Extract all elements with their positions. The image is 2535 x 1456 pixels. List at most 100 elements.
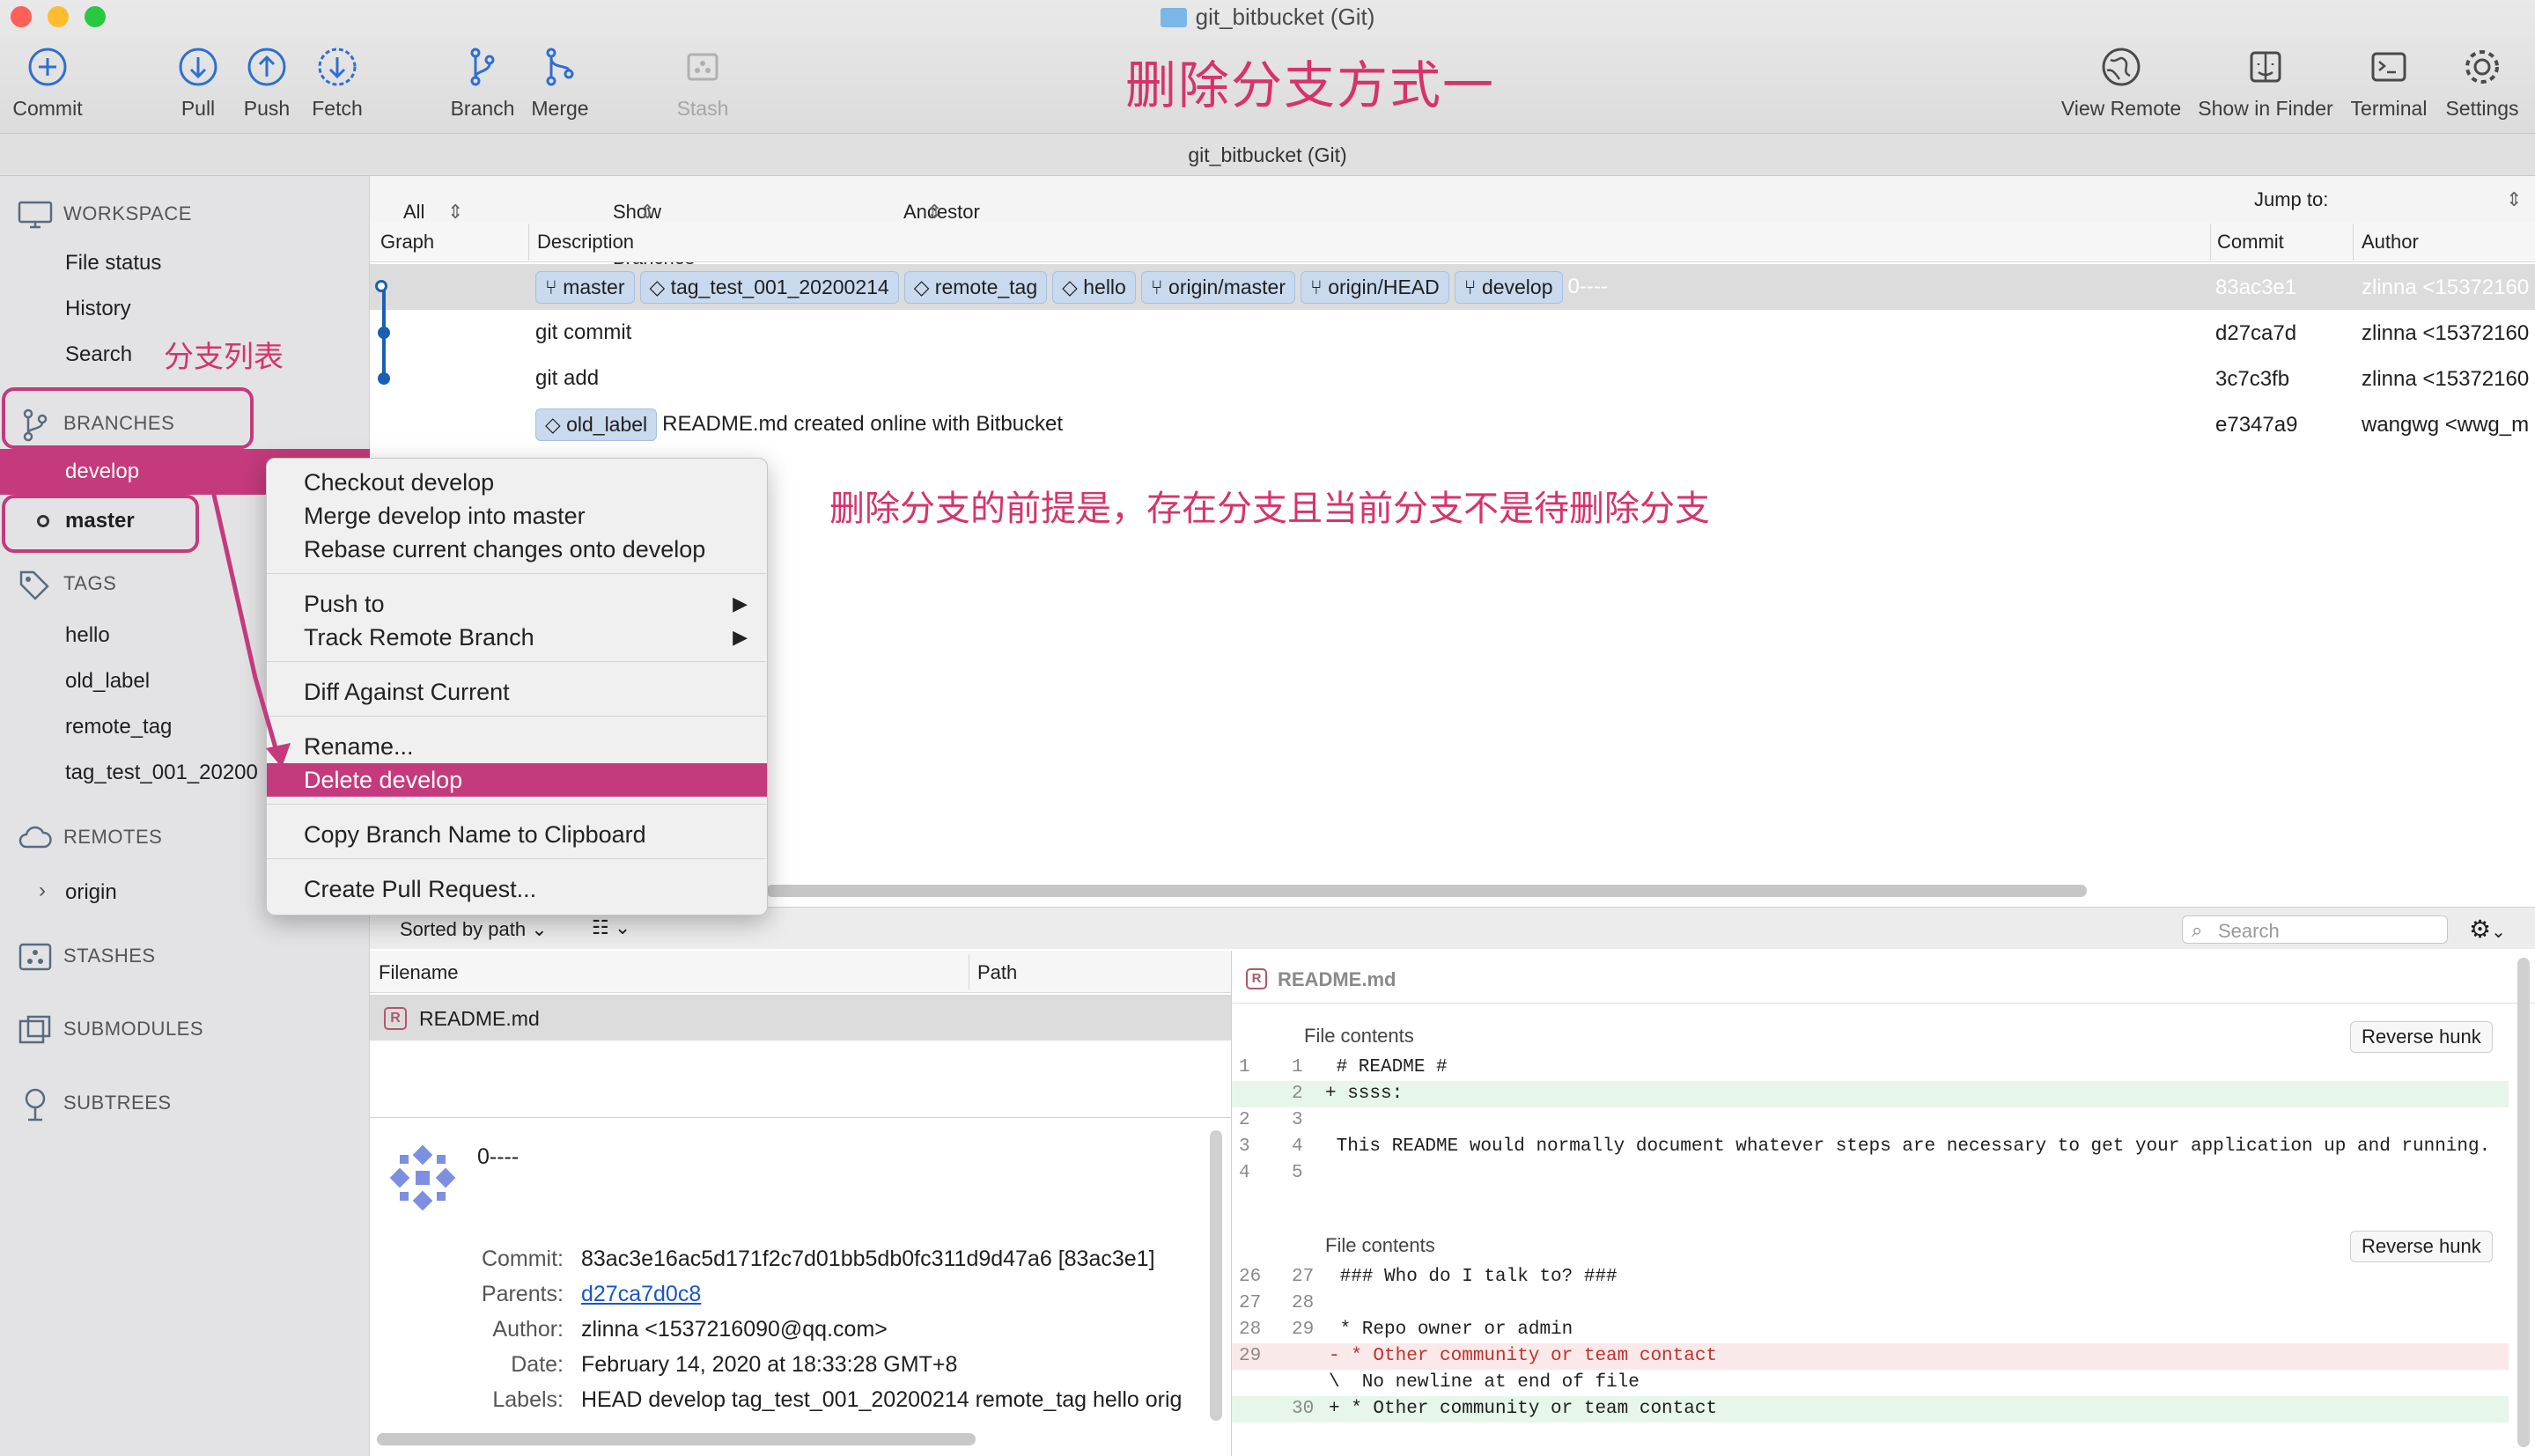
col-commit[interactable]: Commit bbox=[2217, 231, 2284, 254]
diff-line: 2 + ssss: bbox=[1232, 1081, 2509, 1107]
col-description[interactable]: Description bbox=[537, 231, 634, 254]
horizontal-scrollbar[interactable] bbox=[766, 885, 2087, 897]
annotation-branch-list: 分支列表 bbox=[164, 340, 284, 375]
file-search-input[interactable]: ⌕ Search bbox=[2182, 916, 2448, 944]
stashes-section[interactable]: STASHES bbox=[18, 942, 156, 972]
gear-icon bbox=[2465, 50, 2499, 84]
vertical-scrollbar[interactable] bbox=[1210, 1130, 1222, 1421]
diff-line-text: + * Other community or team contact bbox=[1329, 1399, 1718, 1419]
jump-to-label: Jump to: bbox=[2254, 188, 2329, 210]
subtrees-section[interactable]: SUBTREES bbox=[18, 1086, 172, 1121]
old-line-number: 27 bbox=[1239, 1293, 1262, 1313]
menu-copy-name[interactable]: Copy Branch Name to Clipboard bbox=[267, 818, 767, 851]
reverse-hunk-button[interactable]: Reverse hunk bbox=[2350, 1021, 2493, 1053]
sort-select[interactable]: Sorted by path ⌄ bbox=[400, 918, 548, 941]
submodules-section[interactable]: SUBMODULES bbox=[18, 1014, 203, 1046]
diff-line: 29 - * Other community or team contact bbox=[1232, 1343, 2509, 1370]
files-table-header: Filename Path bbox=[370, 951, 1231, 993]
menu-rebase[interactable]: Rebase current changes onto develop bbox=[267, 533, 767, 566]
reverse-hunk-button[interactable]: Reverse hunk bbox=[2350, 1231, 2493, 1262]
workspace-section[interactable]: WORKSPACE bbox=[18, 201, 192, 229]
horizontal-scrollbar[interactable] bbox=[377, 1433, 976, 1445]
menu-delete[interactable]: Delete develop bbox=[267, 763, 767, 797]
old-line-number: 29 bbox=[1239, 1346, 1262, 1366]
old-line-number: 1 bbox=[1239, 1057, 1250, 1077]
settings-button[interactable]: Settings bbox=[2439, 44, 2525, 121]
date-field-label: Date: bbox=[511, 1352, 564, 1377]
parent-link[interactable]: d27ca7d0c8 bbox=[581, 1282, 701, 1307]
menu-track-remote[interactable]: Track Remote Branch ▶ bbox=[267, 621, 767, 654]
sidebar-item-tag-test[interactable]: tag_test_001_20200 bbox=[65, 761, 258, 785]
view-remote-button[interactable]: View Remote bbox=[2057, 44, 2185, 121]
col-author[interactable]: Author bbox=[2362, 231, 2419, 254]
jump-to-select[interactable]: ⇕ bbox=[2506, 188, 2522, 211]
labels-field-label: Labels: bbox=[492, 1387, 564, 1412]
col-path[interactable]: Path bbox=[977, 961, 1017, 984]
menu-separator bbox=[267, 661, 767, 662]
fetch-button[interactable]: Fetch bbox=[306, 44, 369, 121]
filter-bar: All Branches⇕ Show Remote Branches⇕ Ance… bbox=[370, 176, 2535, 268]
menu-separator bbox=[267, 716, 767, 717]
menu-merge[interactable]: Merge develop into master bbox=[267, 499, 767, 533]
merge-button[interactable]: Merge bbox=[525, 44, 595, 121]
tags-section[interactable]: TAGS bbox=[18, 569, 116, 600]
updown-icon: ⇕ bbox=[926, 201, 943, 223]
sidebar-item-history[interactable]: History bbox=[65, 297, 131, 321]
show-in-finder-button[interactable]: Show in Finder bbox=[2194, 44, 2337, 121]
col-filename[interactable]: Filename bbox=[379, 961, 458, 984]
tags-label: TAGS bbox=[63, 571, 117, 594]
menu-separator bbox=[267, 804, 767, 805]
diff-line-text: + ssss: bbox=[1325, 1084, 1404, 1104]
diff-hunk-1: 11 # README #2 + ssss: 2 3 3 4 This README wo… bbox=[1232, 1055, 2517, 1204]
diff-line-text: ### Who do I talk to? ### bbox=[1329, 1267, 1618, 1287]
branch-context-menu: Checkout develop Merge develop into mast… bbox=[266, 458, 768, 916]
pull-icon bbox=[179, 48, 217, 86]
file-row[interactable]: R README.md bbox=[370, 995, 1231, 1041]
push-label: Push bbox=[243, 97, 291, 120]
submodules-label: SUBMODULES bbox=[63, 1017, 204, 1040]
col-graph[interactable]: Graph bbox=[380, 231, 434, 254]
sidebar-item-tag-old-label[interactable]: old_label bbox=[65, 669, 150, 694]
diff-line: 30 + * Other community or team contact bbox=[1232, 1396, 2509, 1423]
sidebar-item-search[interactable]: Search bbox=[65, 342, 132, 367]
new-line-number: 3 bbox=[1292, 1110, 1303, 1130]
sidebar-item-tag-hello[interactable]: hello bbox=[65, 623, 110, 648]
repo-subtitle: git_bitbucket (Git) bbox=[0, 134, 2535, 176]
commit-description: ⑂ master ◇ tag_test_001_20200214 ◇ remot… bbox=[535, 264, 1608, 310]
date-value: February 14, 2020 at 18:33:28 GMT+8 bbox=[581, 1352, 958, 1377]
sidebar-item-file-status[interactable]: File status bbox=[65, 251, 161, 276]
push-button[interactable]: Push bbox=[236, 44, 298, 121]
action-gear-button[interactable]: ⚙⌄ bbox=[2469, 915, 2506, 944]
view-mode-select[interactable]: ☷ ⌄ bbox=[592, 916, 630, 939]
toolbar: git_bitbucket (Git) Commit Pull Push Fet… bbox=[0, 0, 2535, 134]
commit-row[interactable]: git commit d27ca7d zlinna <15372160 bbox=[370, 310, 2535, 356]
remotes-section[interactable]: REMOTES bbox=[18, 826, 162, 850]
menu-checkout[interactable]: Checkout develop bbox=[267, 466, 767, 499]
diff-line: 3 4 This README would normally document w… bbox=[1232, 1134, 2509, 1160]
pull-button[interactable]: Pull bbox=[167, 44, 229, 121]
new-line-number: 28 bbox=[1292, 1293, 1315, 1313]
vertical-scrollbar[interactable] bbox=[2517, 958, 2530, 1447]
branch-button[interactable]: Branch bbox=[447, 44, 518, 121]
diff-line: 23 bbox=[1232, 1107, 2509, 1134]
menu-pull-request[interactable]: Create Pull Request... bbox=[267, 872, 767, 906]
sidebar-item-tag-remote-tag[interactable]: remote_tag bbox=[65, 715, 172, 739]
commit-button[interactable]: Commit bbox=[12, 44, 83, 121]
pull-label: Pull bbox=[181, 97, 216, 120]
sidebar-item-origin[interactable]: › origin bbox=[39, 879, 117, 905]
tag-pill: ◇ remote_tag bbox=[903, 270, 1048, 304]
menu-rename[interactable]: Rename... bbox=[267, 730, 767, 763]
develop-label: develop bbox=[65, 460, 140, 483]
commit-message: git add bbox=[535, 366, 600, 390]
commit-row[interactable]: git add 3c7c3fb zlinna <15372160 bbox=[370, 356, 2535, 401]
commit-row[interactable]: ◇ old_label README.md created online wit… bbox=[370, 401, 2535, 447]
commit-row[interactable]: ⑂ master ◇ tag_test_001_20200214 ◇ remot… bbox=[370, 264, 2535, 310]
menu-diff[interactable]: Diff Against Current bbox=[267, 675, 767, 709]
diff-line: 1 1 # README # bbox=[1232, 1055, 2509, 1081]
merge-icon bbox=[546, 48, 574, 86]
fetch-label: Fetch bbox=[312, 97, 363, 120]
stash-button[interactable]: Stash bbox=[667, 44, 738, 121]
menu-push-to[interactable]: Push to ▶ bbox=[267, 587, 767, 621]
terminal-button[interactable]: Terminal bbox=[2346, 44, 2432, 121]
tag-icon bbox=[19, 570, 49, 600]
